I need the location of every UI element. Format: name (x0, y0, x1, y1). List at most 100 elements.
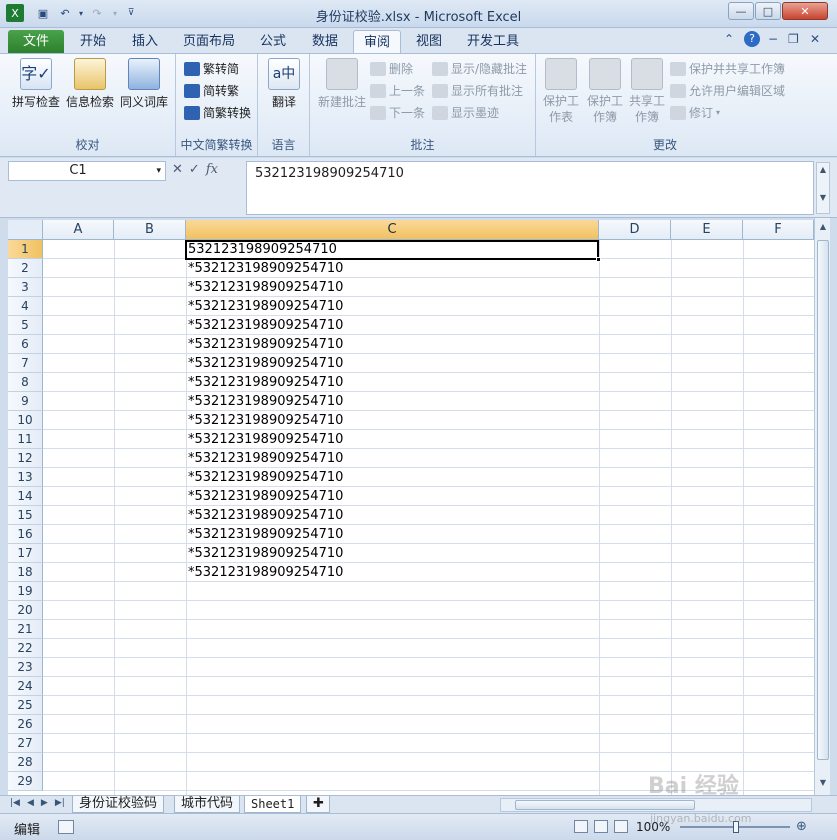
show-hide-comment-button[interactable]: 显示/隐藏批注 (432, 60, 527, 78)
cell-c[interactable]: *532123198909254710 (186, 354, 599, 373)
row-header[interactable]: 1 (8, 240, 43, 259)
row-header[interactable]: 9 (8, 392, 43, 411)
cell-c[interactable]: *532123198909254710 (186, 297, 599, 316)
cell-c[interactable]: *532123198909254710 (186, 430, 599, 449)
row-header[interactable]: 8 (8, 373, 43, 392)
prev-sheet-icon[interactable]: ◀ (27, 798, 34, 808)
row-header[interactable]: 14 (8, 487, 43, 506)
maximize-button[interactable]: □ (755, 2, 781, 20)
formula-input[interactable]: 532123198909254710 (246, 161, 814, 215)
row-header[interactable]: 4 (8, 297, 43, 316)
cell-c[interactable]: *532123198909254710 (186, 525, 599, 544)
translate-button[interactable]: a中 翻译 (258, 58, 310, 110)
cell-c[interactable]: *532123198909254710 (186, 544, 599, 563)
normal-view-icon[interactable] (574, 820, 588, 833)
tab-formulas[interactable]: 公式 (252, 30, 294, 54)
to-traditional-button[interactable]: 简转繁 (184, 82, 239, 100)
enter-icon[interactable]: ✓ (189, 162, 200, 177)
row-header[interactable]: 27 (8, 734, 43, 753)
row-header[interactable]: 13 (8, 468, 43, 487)
help-icon[interactable]: ? (744, 31, 760, 47)
row-header[interactable]: 18 (8, 563, 43, 582)
last-sheet-icon[interactable]: ▶| (55, 798, 65, 808)
row-header[interactable]: 22 (8, 639, 43, 658)
close-button[interactable]: ✕ (782, 2, 828, 20)
protect-workbook-button[interactable]: 保护工作簿 (582, 58, 628, 125)
collapse-ribbon-icon[interactable]: ⌃ (724, 32, 734, 46)
row-header[interactable]: 29 (8, 772, 43, 791)
row-header[interactable]: 2 (8, 259, 43, 278)
insert-function-icon[interactable]: fx (206, 162, 218, 177)
name-box-dropdown-icon[interactable]: ▾ (156, 162, 161, 180)
column-header-f[interactable]: F (743, 220, 814, 240)
row-header[interactable]: 10 (8, 411, 43, 430)
cell-c[interactable]: *532123198909254710 (186, 411, 599, 430)
sheet-tab-city-code[interactable]: 城市代码 (174, 796, 241, 813)
cell-c[interactable]: *532123198909254710 (186, 468, 599, 487)
horizontal-scroll-thumb[interactable] (515, 800, 695, 810)
row-header[interactable]: 20 (8, 601, 43, 620)
tab-developer[interactable]: 开发工具 (460, 30, 526, 54)
tab-page-layout[interactable]: 页面布局 (176, 30, 242, 54)
tab-home[interactable]: 开始 (72, 30, 114, 54)
name-box[interactable]: C1 ▾ (8, 161, 166, 181)
previous-comment-button[interactable]: 上一条 (370, 82, 425, 100)
chinese-convert-button[interactable]: 简繁转换 (184, 104, 251, 122)
fill-handle[interactable] (596, 257, 601, 262)
cell-c[interactable]: *532123198909254710 (186, 335, 599, 354)
row-header[interactable]: 3 (8, 278, 43, 297)
cell-c[interactable]: *532123198909254710 (186, 563, 599, 582)
page-break-view-icon[interactable] (614, 820, 628, 833)
tab-file[interactable]: 文件 (8, 30, 64, 54)
column-header-b[interactable]: B (114, 220, 186, 240)
cell-c[interactable]: *532123198909254710 (186, 373, 599, 392)
column-header-c[interactable]: C (186, 220, 599, 240)
row-header[interactable]: 25 (8, 696, 43, 715)
show-ink-button[interactable]: 显示墨迹 (432, 104, 499, 122)
sheet-tab-id-check[interactable]: 身份证校验码 (72, 796, 165, 813)
allow-edit-ranges-button[interactable]: 允许用户编辑区域 (670, 82, 785, 100)
research-button[interactable]: 信息检索 (64, 58, 116, 110)
formula-expand-scroll[interactable]: ▲ ▼ (816, 162, 830, 214)
row-header[interactable]: 12 (8, 449, 43, 468)
doc-restore-icon[interactable]: ❐ (788, 32, 799, 46)
column-header-e[interactable]: E (671, 220, 743, 240)
cell-c[interactable]: *532123198909254710 (186, 278, 599, 297)
new-sheet-icon[interactable]: ✚ (306, 796, 330, 813)
tab-view[interactable]: 视图 (408, 30, 450, 54)
row-header[interactable]: 15 (8, 506, 43, 525)
column-header-d[interactable]: D (599, 220, 671, 240)
page-layout-view-icon[interactable] (594, 820, 608, 833)
row-header[interactable]: 16 (8, 525, 43, 544)
cell-c[interactable]: *532123198909254710 (186, 316, 599, 335)
next-sheet-icon[interactable]: ▶ (41, 798, 48, 808)
column-header-a[interactable]: A (43, 220, 114, 240)
sheet-tab-sheet1[interactable]: Sheet1 (244, 796, 302, 813)
protect-sheet-button[interactable]: 保护工作表 (538, 58, 584, 125)
row-header[interactable]: 11 (8, 430, 43, 449)
vertical-scroll-thumb[interactable] (817, 240, 829, 760)
row-header[interactable]: 24 (8, 677, 43, 696)
row-header[interactable]: 17 (8, 544, 43, 563)
select-all-corner[interactable] (8, 220, 43, 240)
first-sheet-icon[interactable]: |◀ (10, 798, 20, 808)
minimize-button[interactable]: — (728, 2, 754, 20)
row-header[interactable]: 26 (8, 715, 43, 734)
show-all-comments-button[interactable]: 显示所有批注 (432, 82, 523, 100)
cell-c[interactable]: *532123198909254710 (186, 506, 599, 525)
next-comment-button[interactable]: 下一条 (370, 104, 425, 122)
scroll-down-icon[interactable]: ▼ (817, 778, 829, 792)
cell-c[interactable]: *532123198909254710 (186, 259, 599, 278)
row-header[interactable]: 28 (8, 753, 43, 772)
to-simplified-button[interactable]: 繁转简 (184, 60, 239, 78)
cell-c[interactable]: *532123198909254710 (186, 449, 599, 468)
cell-c[interactable]: *532123198909254710 (186, 487, 599, 506)
new-comment-button[interactable]: 新建批注 (314, 58, 370, 110)
share-workbook-button[interactable]: 共享工作簿 (624, 58, 670, 125)
row-header[interactable]: 23 (8, 658, 43, 677)
thesaurus-button[interactable]: 同义词库 (118, 58, 170, 110)
scroll-up-icon[interactable]: ▲ (817, 222, 829, 236)
delete-comment-button[interactable]: 删除 (370, 60, 413, 78)
zoom-in-icon[interactable]: ⊕ (796, 819, 807, 834)
worksheet-grid[interactable]: A B C D E F 1 532123198909254710 2 *5321231… (8, 220, 814, 795)
